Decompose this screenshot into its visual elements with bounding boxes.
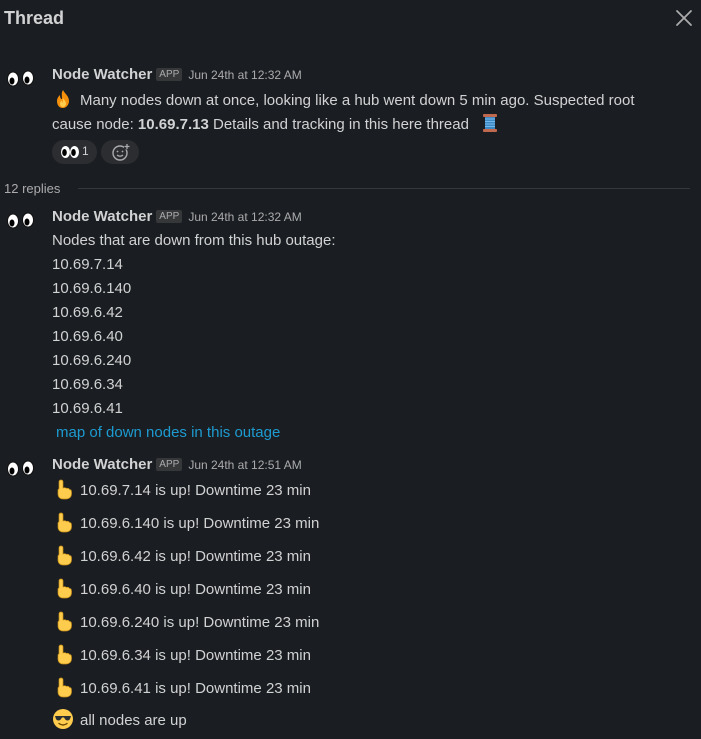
eyes-emoji xyxy=(61,146,79,158)
message-text: Nodes that are down from this hub outage… xyxy=(52,232,336,249)
down-node: 10.69.6.140 xyxy=(52,280,132,297)
node-up-line: 10.69.6.41 is up! Downtime 23 min xyxy=(52,676,311,700)
thread-title: Thread xyxy=(4,8,65,28)
replies-divider: 12 replies xyxy=(4,180,690,196)
node-up-line: 10.69.6.240 is up! Downtime 23 min xyxy=(52,610,319,634)
avatar[interactable] xyxy=(2,206,38,242)
node-up-line: 10.69.6.42 is up! Downtime 23 min xyxy=(52,544,311,568)
message-text-line: cause node: 10.69.7.13 Details and track… xyxy=(52,112,507,136)
timestamp[interactable]: Jun 24th at 12:51 AM xyxy=(188,458,301,472)
pointing-up-emoji xyxy=(57,677,72,698)
app-badge: APP xyxy=(156,210,183,223)
message-header: Node Watcher APP Jun 24th at 12:32 AM xyxy=(52,208,302,228)
replies-count: 12 replies xyxy=(4,181,61,196)
thread-panel: Thread Node Watcher APP Jun 24th at 12:32 … xyxy=(0,0,701,739)
node-up-text: 10.69.6.240 is up! Downtime 23 min xyxy=(80,614,320,631)
root-cause-node: 10.69.7.13 xyxy=(137,116,209,133)
down-node: 10.69.6.240 xyxy=(52,352,132,369)
node-up-line: 10.69.7.14 is up! Downtime 23 min xyxy=(52,478,311,502)
pointing-up-emoji xyxy=(57,578,72,599)
node-up-text: 10.69.6.42 is up! Downtime 23 min xyxy=(80,548,311,565)
reaction-count: 1 xyxy=(82,144,89,158)
final-status-line: all nodes are up xyxy=(52,708,187,732)
sender-name[interactable]: Node Watcher xyxy=(52,66,152,83)
app-badge: APP xyxy=(156,458,183,471)
node-up-text: 10.69.6.34 is up! Downtime 23 min xyxy=(80,647,311,664)
node-up-text: 10.69.7.14 is up! Downtime 23 min xyxy=(80,482,311,499)
down-node: 10.69.6.40 xyxy=(52,328,123,345)
message-text: Many nodes down at once, looking like a … xyxy=(80,92,635,109)
add-reaction-button[interactable] xyxy=(101,140,139,164)
sender-name[interactable]: Node Watcher xyxy=(52,456,152,473)
message-header: Node Watcher APP Jun 24th at 12:51 AM xyxy=(52,456,302,476)
thread-header: Thread xyxy=(0,0,701,40)
outage-map-link[interactable]: map of down nodes in this outage xyxy=(56,422,280,444)
node-up-text: 10.69.6.40 is up! Downtime 23 min xyxy=(80,581,311,598)
node-up-line: 10.69.6.34 is up! Downtime 23 min xyxy=(52,643,311,667)
close-icon[interactable] xyxy=(672,6,696,30)
final-status-text: all nodes are up xyxy=(80,712,187,729)
avatar[interactable] xyxy=(2,454,38,490)
sender-name[interactable]: Node Watcher xyxy=(52,208,152,225)
message-text: cause node: xyxy=(52,116,138,133)
thread-spool-emoji xyxy=(483,114,498,132)
reaction-eyes[interactable]: 1 xyxy=(52,140,97,164)
down-node: 10.69.6.34 xyxy=(52,376,123,393)
down-node: 10.69.7.14 xyxy=(52,256,123,273)
timestamp[interactable]: Jun 24th at 12:32 AM xyxy=(188,68,301,82)
pointing-up-emoji xyxy=(57,644,72,665)
message-header: Node Watcher APP Jun 24th at 12:32 AM xyxy=(52,66,302,86)
add-reaction-icon xyxy=(112,143,130,161)
app-badge: APP xyxy=(156,68,183,81)
timestamp[interactable]: Jun 24th at 12:32 AM xyxy=(188,210,301,224)
node-up-line: 10.69.6.40 is up! Downtime 23 min xyxy=(52,577,311,601)
divider-line xyxy=(78,188,690,189)
pointing-up-emoji xyxy=(57,479,72,500)
node-up-text: 10.69.6.41 is up! Downtime 23 min xyxy=(80,680,311,697)
message-text: Details and tracking in this here thread xyxy=(208,116,469,133)
down-node: 10.69.6.41 xyxy=(52,400,123,417)
message-text-line: Many nodes down at once, looking like a … xyxy=(52,88,635,112)
pointing-up-emoji xyxy=(57,512,72,533)
down-node: 10.69.6.42 xyxy=(52,304,123,321)
avatar[interactable] xyxy=(2,64,38,100)
pointing-up-emoji xyxy=(57,545,72,566)
pointing-up-emoji xyxy=(57,611,72,632)
fire-emoji xyxy=(57,90,69,108)
node-up-text: 10.69.6.140 is up! Downtime 23 min xyxy=(80,515,320,532)
node-up-line: 10.69.6.140 is up! Downtime 23 min xyxy=(52,511,319,535)
sunglasses-emoji xyxy=(53,709,73,729)
